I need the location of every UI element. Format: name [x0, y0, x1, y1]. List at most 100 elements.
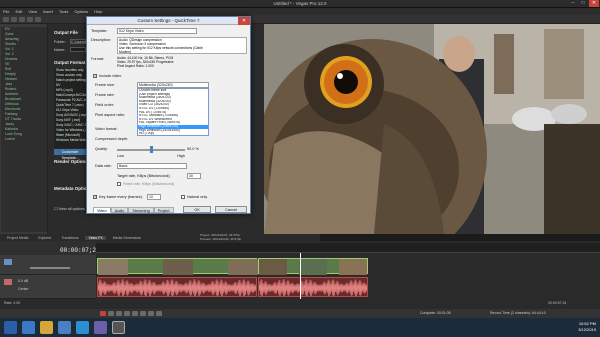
- include-video-checkbox[interactable]: [93, 73, 97, 78]
- menu-edit[interactable]: Edit: [15, 9, 22, 14]
- file-explorer-icon[interactable]: [40, 321, 53, 334]
- audio-clip[interactable]: [97, 277, 257, 297]
- play-icon[interactable]: [124, 311, 130, 316]
- tab-audio[interactable]: Audio: [110, 207, 129, 213]
- play-from-start-icon[interactable]: [116, 311, 122, 316]
- record-icon[interactable]: [100, 311, 106, 316]
- audio-clip[interactable]: [258, 277, 368, 297]
- tab-transitions[interactable]: Transitions: [58, 236, 81, 240]
- tab-project[interactable]: Project: [153, 207, 174, 213]
- frame-size-option[interactable]: HD (720p): [138, 132, 208, 136]
- data-rate-select[interactable]: Basic: [117, 163, 187, 169]
- name-label: Name:: [54, 48, 66, 52]
- customize-template-button[interactable]: Customize Template...: [54, 149, 86, 160]
- menu-file[interactable]: File: [3, 9, 9, 14]
- compressed-depth-label: Compressed depth:: [95, 137, 129, 141]
- menu-help[interactable]: Help: [94, 9, 102, 14]
- folder-label: Folder:: [54, 40, 66, 44]
- quality-slider-thumb[interactable]: [150, 146, 153, 153]
- folder-field[interactable]: C:\Users\: [70, 39, 86, 44]
- fixed-rate-checkbox[interactable]: [117, 182, 121, 186]
- video-clip[interactable]: [258, 258, 368, 275]
- rate-label: Rate: 0.00: [4, 301, 21, 305]
- transport-bar: Complete: 00:01:08 Record Time (2 channe…: [0, 309, 600, 318]
- vegas-pro-taskbar-icon[interactable]: [112, 321, 125, 334]
- close-button[interactable]: ✕: [589, 0, 599, 7]
- tree-item[interactable]: Lorem: [1, 137, 47, 142]
- menu-insert[interactable]: Insert: [43, 9, 53, 14]
- custom-settings-dialog: Custom Settings - QuickTime 7 ✕ Template…: [86, 16, 251, 214]
- format-item[interactable]: Windows Media Video V11: [54, 138, 86, 143]
- template-select[interactable]: 512 Kbps Video: [117, 28, 197, 34]
- keyframe-checkbox[interactable]: [93, 194, 97, 199]
- timecode-display: 00:00:07;24: [60, 247, 100, 254]
- dialog-close-button[interactable]: ✕: [238, 17, 250, 25]
- format-list[interactable]: Show favorites only Show custom only Match…: [54, 68, 86, 148]
- ok-button[interactable]: OK: [183, 206, 211, 213]
- natural-only-checkbox[interactable]: [181, 195, 185, 199]
- clock-date: 3/12/2019: [578, 327, 596, 332]
- audio-volume: 0.0 dB: [18, 279, 29, 283]
- clock-time: 10:52 PM: [578, 321, 596, 326]
- properties-icon[interactable]: [27, 17, 33, 22]
- format-info: Audio: 44,100 Hz, 16 Bit, Stereo, PCM Vi…: [117, 56, 247, 70]
- menu-options[interactable]: Options: [74, 9, 88, 14]
- audio-pan: Center: [18, 287, 29, 291]
- preview-status: Project: 320x240x32, 29.970p Preview: 32…: [200, 233, 320, 241]
- pause-icon[interactable]: [132, 311, 138, 316]
- field-order-label: Field order:: [95, 103, 115, 107]
- internet-explorer-icon[interactable]: [22, 321, 35, 334]
- open-icon[interactable]: [11, 17, 17, 22]
- render-options-header: Render Options: [54, 159, 88, 164]
- include-video-label: Include video: [99, 74, 122, 78]
- go-to-start-icon[interactable]: [148, 311, 154, 316]
- quality-high-label: High: [177, 154, 185, 158]
- audio-waveform: [98, 279, 256, 296]
- tab-video[interactable]: Video: [93, 207, 111, 213]
- new-icon[interactable]: [3, 17, 9, 22]
- tab-video-fx[interactable]: Video FX: [85, 235, 106, 240]
- app-icon[interactable]: [76, 321, 89, 334]
- start-button-icon[interactable]: [4, 321, 17, 334]
- menu-bar: File Edit View Insert Tools Options Help: [0, 8, 600, 15]
- frame-size-dropdown[interactable]: Custom frame size (Use project settings) M…: [137, 88, 209, 136]
- description-line: Modem): [119, 50, 132, 54]
- video-track-header[interactable]: [0, 255, 96, 275]
- playhead[interactable]: [300, 253, 301, 299]
- minimize-button[interactable]: –: [568, 0, 578, 7]
- stop-icon[interactable]: [140, 311, 146, 316]
- cancel-button[interactable]: Cancel: [215, 206, 247, 213]
- explorer-pane: DV Guns Amazing Sheets Vol. 1 Vol. 2 Dreams VE R…: [0, 24, 48, 234]
- app-icon[interactable]: [58, 321, 71, 334]
- app-icon[interactable]: [94, 321, 107, 334]
- render-icon[interactable]: [35, 17, 41, 22]
- name-field[interactable]: [70, 47, 86, 52]
- menu-tools[interactable]: Tools: [59, 9, 68, 14]
- keyframe-field[interactable]: 10: [147, 194, 161, 200]
- folder-tree: DV Guns Amazing Sheets Vol. 1 Vol. 2 Dreams VE R…: [1, 27, 47, 232]
- description-label: Description:: [91, 38, 112, 42]
- save-icon[interactable]: [19, 17, 25, 22]
- menu-view[interactable]: View: [28, 9, 37, 14]
- data-rate-label: Data rate:: [95, 164, 112, 168]
- tab-project-media[interactable]: Project Media: [4, 236, 31, 240]
- target-rate-field[interactable]: 30: [187, 173, 201, 179]
- go-to-end-icon[interactable]: [156, 311, 162, 316]
- quality-value: 50.0 %: [187, 147, 199, 151]
- video-track-icon: [4, 259, 12, 265]
- video-clip-thumbnails: [98, 259, 258, 275]
- taskbar: 10:52 PM 3/12/2019: [0, 318, 600, 337]
- video-clip[interactable]: [97, 258, 258, 275]
- pixel-aspect-label: Pixel aspect ratio:: [95, 113, 125, 117]
- tab-explorer[interactable]: Explorer: [35, 236, 54, 240]
- tab-media-generators[interactable]: Media Generators: [110, 236, 144, 240]
- tab-streaming[interactable]: Streaming: [128, 207, 154, 213]
- video-level-slider[interactable]: [30, 267, 70, 269]
- loop-icon[interactable]: [108, 311, 114, 316]
- window-title: Untitled * - Vegas Pro 12.0: [273, 1, 327, 6]
- quality-low-label: Low: [117, 154, 124, 158]
- time-ruler[interactable]: [96, 243, 600, 253]
- view-all-options[interactable]: ☐ View all options: [54, 206, 85, 211]
- audio-track-header[interactable]: 0.0 dB Center: [0, 275, 96, 299]
- maximize-button[interactable]: □: [578, 0, 588, 7]
